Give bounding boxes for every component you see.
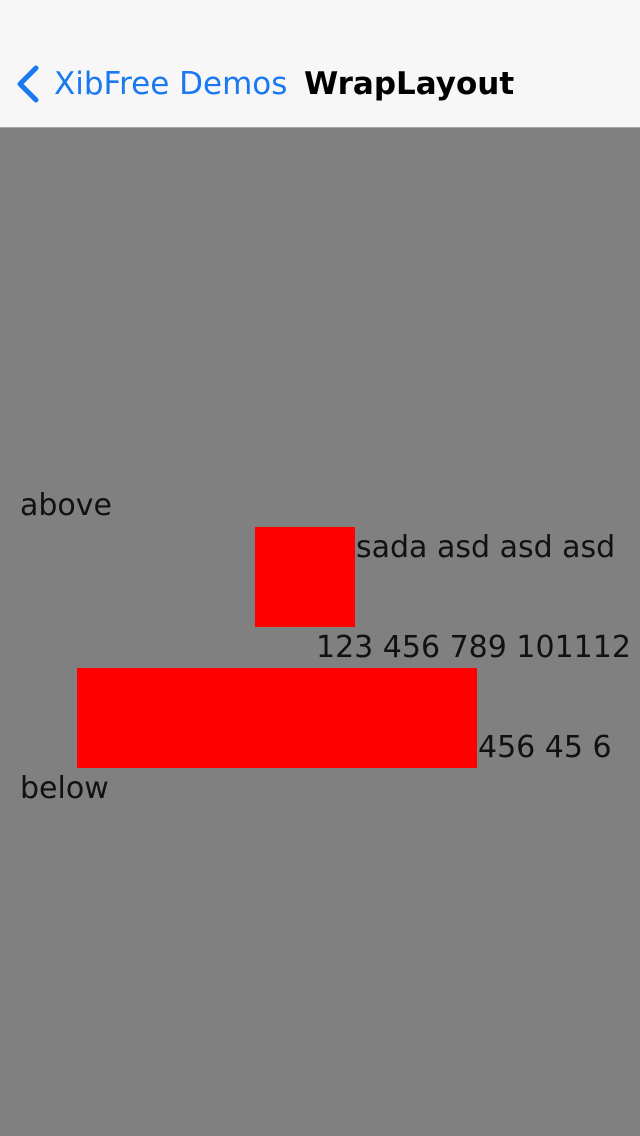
back-button[interactable]: XibFree Demos [14, 62, 287, 106]
chevron-left-icon [14, 62, 42, 106]
below-label: below [20, 771, 109, 806]
back-button-label: XibFree Demos [54, 66, 288, 102]
red-square-box [255, 527, 355, 627]
above-label: above [20, 488, 112, 523]
row3-text-label: 456 45 6 [478, 730, 612, 765]
red-wide-box [77, 668, 477, 768]
row2-text-label: 123 456 789 101112 [316, 630, 631, 665]
navigation-bar: XibFree Demos WrapLayout [0, 0, 640, 128]
page-title: WrapLayout [304, 66, 515, 102]
row1-text-label: sada asd asd asd [356, 530, 616, 565]
wrap-layout-container: above sada asd asd asd 123 456 789 10111… [0, 128, 640, 1136]
